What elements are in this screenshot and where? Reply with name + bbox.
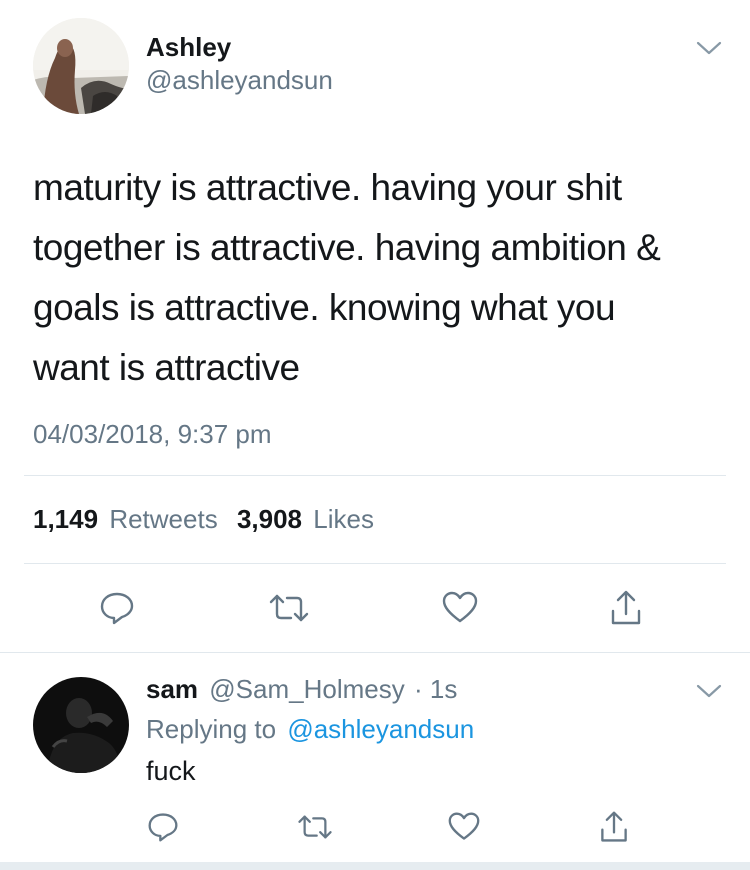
reply-separator: ·	[413, 674, 423, 704]
retweet-button[interactable]	[267, 586, 311, 630]
tweet-text-line: goals is attractive. knowing what you	[33, 287, 616, 328]
replying-to: Replying to @ashleyandsun	[146, 713, 474, 745]
author-handle[interactable]: @ashleyandsun	[146, 65, 333, 95]
replying-to-label: Replying to	[146, 714, 277, 744]
reply-text: fuck	[146, 756, 196, 786]
reply-author-name[interactable]: sam	[146, 674, 198, 704]
tweet-menu-button[interactable]	[694, 37, 724, 59]
divider	[0, 862, 750, 870]
divider	[0, 652, 750, 653]
author-avatar[interactable]	[33, 18, 129, 114]
heart-icon	[442, 591, 478, 623]
retweet-label[interactable]: Retweets	[109, 504, 217, 534]
share-icon	[601, 811, 627, 842]
reply-like-button[interactable]	[442, 805, 486, 849]
reply-button[interactable]	[95, 586, 139, 630]
reply-time[interactable]: 1s	[430, 674, 457, 704]
tweet-text: maturity is attractive. having your shit…	[33, 158, 733, 398]
replying-to-handle[interactable]: @ashleyandsun	[287, 714, 474, 744]
retweet-icon	[298, 815, 332, 839]
reply-header: sam @Sam_Holmesy · 1s	[146, 673, 457, 705]
reply-icon	[148, 813, 178, 842]
reply-menu-button[interactable]	[694, 680, 724, 702]
like-count[interactable]: 3,908	[237, 504, 302, 534]
like-button[interactable]	[438, 586, 482, 630]
retweet-count[interactable]: 1,149	[33, 504, 98, 534]
chevron-down-icon	[696, 41, 722, 55]
heart-icon	[448, 812, 480, 840]
reply-icon	[100, 592, 134, 625]
reply-retweet-button[interactable]	[293, 805, 337, 849]
author-name[interactable]: Ashley	[146, 32, 231, 62]
reply-author-handle[interactable]: @Sam_Holmesy	[209, 674, 404, 704]
reply-reply-button[interactable]	[141, 805, 185, 849]
reply-author-avatar[interactable]	[33, 677, 129, 773]
divider	[24, 563, 726, 564]
tweet-text-line: want is attractive	[33, 347, 300, 388]
like-label[interactable]: Likes	[313, 504, 374, 534]
tweet-stats: 1,149 Retweets 3,908 Likes	[33, 503, 374, 535]
retweet-icon	[269, 594, 309, 622]
share-icon	[611, 590, 641, 625]
reply-share-button[interactable]	[592, 805, 636, 849]
divider	[24, 475, 726, 476]
share-button[interactable]	[604, 586, 648, 630]
tweet-timestamp[interactable]: 04/03/2018, 9:37 pm	[33, 418, 272, 450]
tweet-text-line: together is attractive. having ambition …	[33, 227, 661, 268]
tweet-text-line: maturity is attractive. having your shit	[33, 167, 622, 208]
chevron-down-icon	[696, 684, 722, 698]
